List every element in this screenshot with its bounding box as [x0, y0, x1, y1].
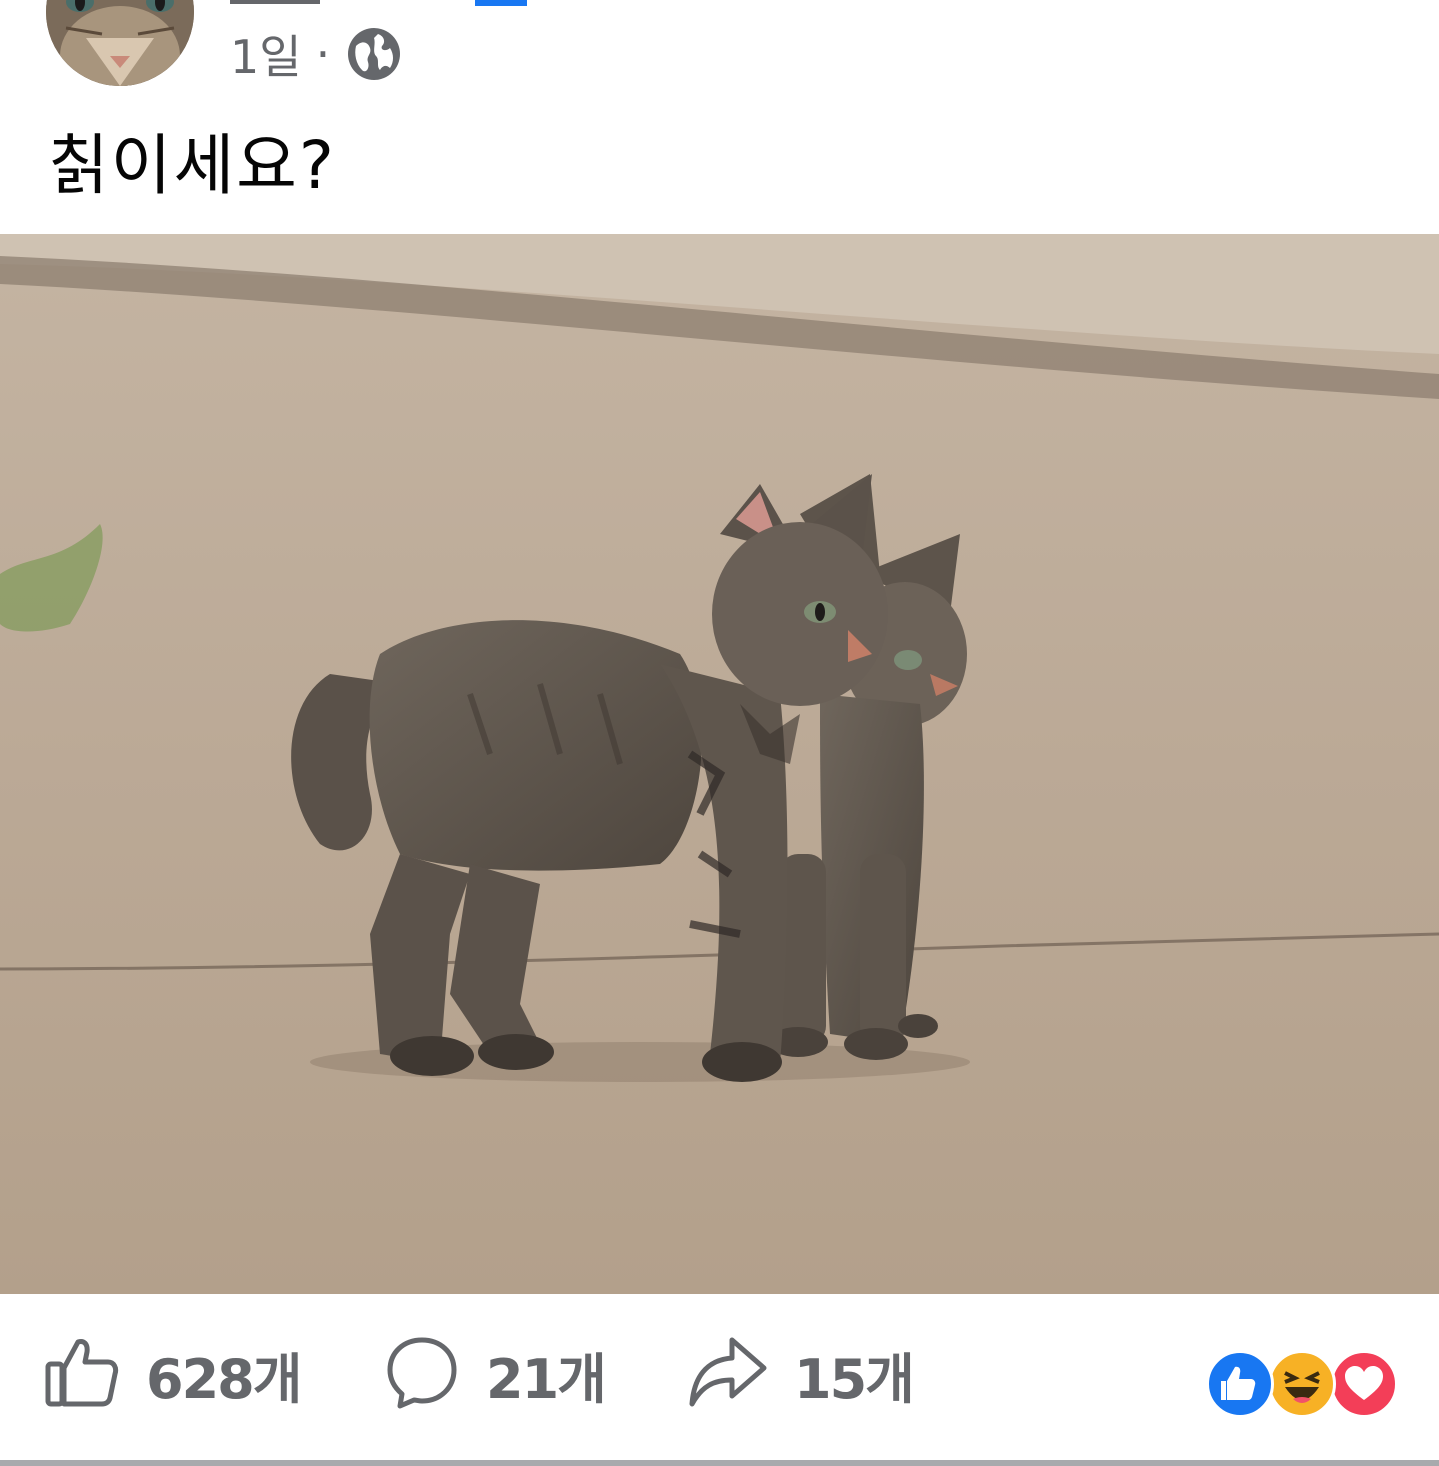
share-arrow-icon	[688, 1334, 768, 1414]
post-photo[interactable]	[0, 234, 1439, 1294]
avatar[interactable]	[46, 0, 194, 86]
thumbs-up-icon	[44, 1334, 120, 1414]
reaction-summary[interactable]	[1206, 1350, 1398, 1418]
post-meta: 1일 ·	[230, 24, 402, 84]
share-button[interactable]: 15개	[688, 1334, 915, 1414]
globe-icon[interactable]	[346, 26, 402, 82]
share-count: 15개	[794, 1347, 915, 1411]
author-name-underline[interactable]	[475, 0, 527, 6]
author-name-fragment[interactable]	[230, 0, 320, 4]
comment-bubble-icon	[384, 1334, 460, 1414]
meta-separator: ·	[315, 27, 331, 81]
love-reaction-icon	[1330, 1350, 1398, 1418]
like-count: 628개	[146, 1347, 302, 1411]
like-reaction-icon	[1206, 1350, 1274, 1418]
like-button[interactable]: 628개	[44, 1334, 302, 1414]
comment-count: 21개	[486, 1347, 607, 1411]
comment-button[interactable]: 21개	[384, 1334, 607, 1414]
haha-reaction-icon	[1268, 1350, 1336, 1418]
post-header: 1일 ·	[0, 0, 1439, 100]
post-text: 칡이세요?	[48, 127, 336, 204]
feed-divider	[0, 1460, 1439, 1466]
post-time[interactable]: 1일	[230, 21, 302, 87]
